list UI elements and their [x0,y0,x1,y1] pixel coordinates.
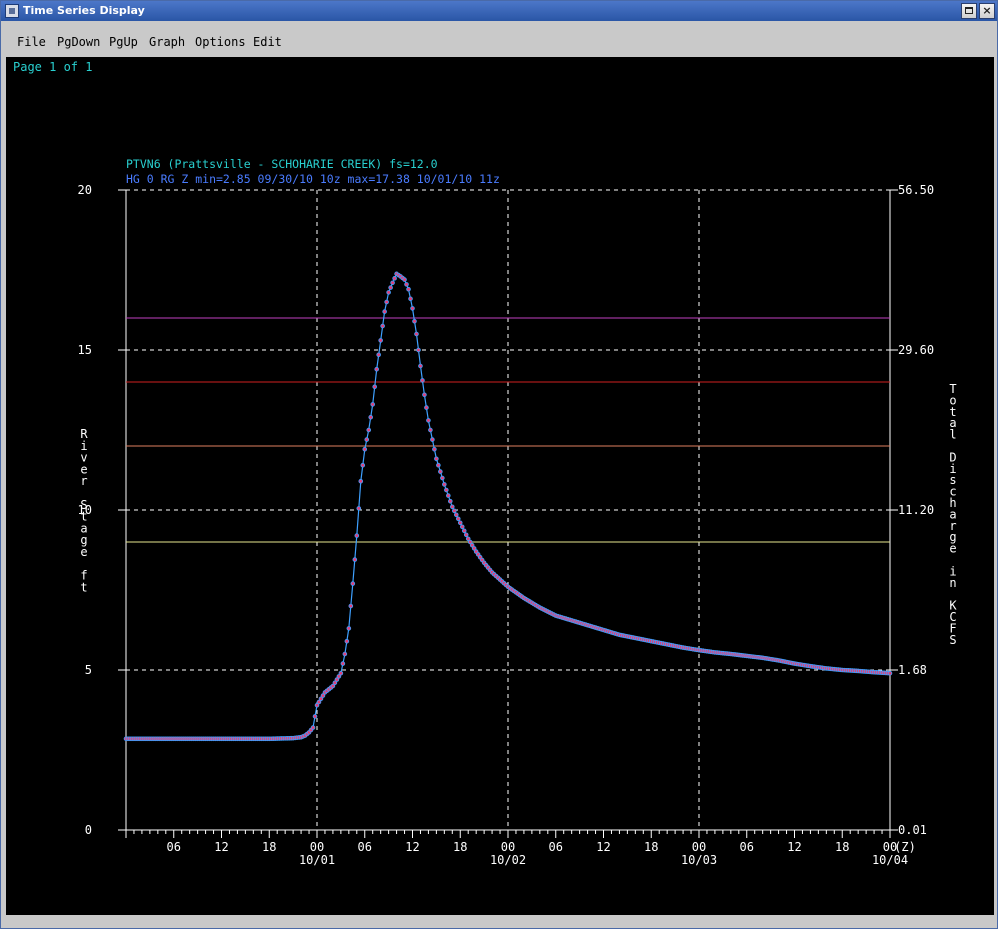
series-point [344,638,350,644]
series-point [350,581,356,586]
series-point [410,306,415,311]
series-point [340,661,346,666]
series-point [430,437,435,442]
x-tick-label: 18 [644,840,658,854]
y-tick-label: 20 [78,183,92,197]
series-point [356,506,362,511]
series-point [362,446,368,452]
series-point [366,427,372,433]
series-point [455,516,461,522]
series-point [374,366,379,372]
y-right-tick-label: 56.50 [898,183,934,197]
y-right-tick-label: 0.01 [898,823,927,837]
time-series-chart[interactable]: Page 1 of 1 PTVN6 (Prattsville - SCHOHARI… [0,0,998,929]
series-point [412,318,417,324]
x-tick-label: 12 [596,840,610,854]
series-point [461,528,467,534]
series-point [368,414,374,420]
series-point [448,498,453,504]
series-point [354,533,360,538]
series-point [451,508,457,514]
series-point [406,286,411,292]
y-axis-title-right: Total Discharge in KCFS [949,382,957,647]
series-point [364,437,370,442]
series-point [402,277,407,282]
series-point [459,524,465,530]
y-tick-label: 15 [78,343,92,357]
x-tick-label: 18 [453,840,467,854]
x-date-label: 10/03 [681,853,717,867]
series-point [434,456,439,462]
chart-subtitle: HG 0 RG Z min=2.85 09/30/10 10z max=17.3… [126,172,500,186]
y-right-tick-label: 1.68 [898,663,927,677]
x-tick-label: 18 [835,840,849,854]
y-tick-label: 5 [85,663,92,677]
series-point [310,725,316,730]
series-point [426,418,431,423]
series-point [420,378,425,383]
series-point [380,323,385,329]
y-tick-label: 0 [85,823,92,837]
series-point [358,478,364,484]
x-date-label: 10/01 [299,853,335,867]
series-point [428,427,433,433]
series-point [342,651,348,657]
series-point [422,392,427,398]
x-tick-label: 06 [358,840,372,854]
page-indicator: Page 1 of 1 [13,60,92,74]
series-point [444,487,449,493]
series-point [438,469,443,474]
x-tick-label: 00 [310,840,324,854]
x-tick-label: (Z) [894,840,916,854]
series-point [418,363,423,369]
series-point [446,493,451,498]
x-tick-label: 06 [740,840,754,854]
x-date-label: 10/02 [490,853,526,867]
series-point [408,296,413,302]
series-point [442,482,447,487]
series-point [453,512,459,518]
x-tick-label: 12 [214,840,228,854]
y-right-tick-label: 29.60 [898,343,934,357]
series-point [404,282,409,287]
x-tick-label: 06 [549,840,563,854]
series-point [312,714,318,719]
x-tick-label: 06 [167,840,181,854]
series-point [370,402,376,407]
series-point [378,338,383,343]
series-point [436,462,441,468]
series-point [376,352,381,358]
series-point [424,405,429,410]
series-point [384,299,389,305]
series-point [449,504,455,510]
series-point [348,603,354,609]
series-point [382,309,387,314]
series-point [392,276,397,281]
series-point [372,384,377,390]
series-point [388,285,393,290]
series-point [463,532,469,538]
series-point [887,670,893,676]
y-right-tick-label: 11.20 [898,503,934,517]
x-tick-label: 00 [501,840,515,854]
series-point [338,670,344,676]
series-point [414,331,419,337]
series-point [440,475,445,481]
series-point [390,280,395,286]
x-tick-label: 00 [692,840,706,854]
series-point [416,347,421,353]
series-point [346,626,352,631]
x-tick-label: 12 [787,840,801,854]
x-date-label: 10/04 [872,853,908,867]
series-point [352,557,358,562]
series-point [386,290,391,295]
x-tick-label: 18 [262,840,276,854]
x-tick-label: 12 [405,840,419,854]
y-axis-title-left: River Stage ft [80,427,88,594]
series-point [457,520,463,526]
series-point [360,462,366,468]
chart-title: PTVN6 (Prattsville - SCHOHARIE CREEK) fs… [126,157,438,171]
series-point [432,446,437,452]
